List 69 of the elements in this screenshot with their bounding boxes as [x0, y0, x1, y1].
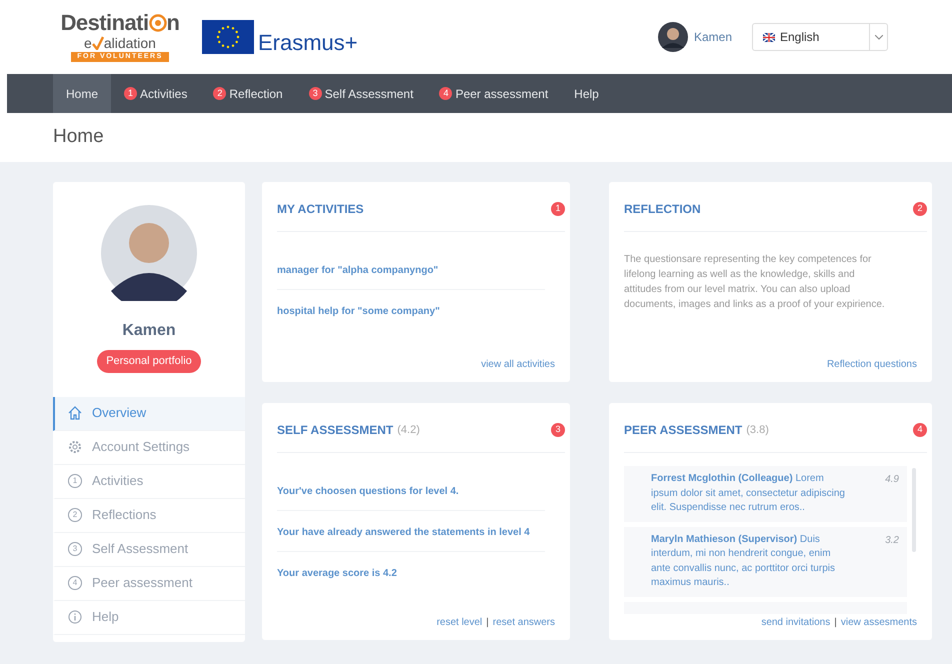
card-link[interactable]: manager for "alpha companyngo" — [277, 265, 438, 276]
card-badge: 1 — [551, 202, 565, 216]
nav-badge: 3 — [308, 87, 322, 100]
review-text: Maryln Mathieson (Supervisor) Duis interdum, mi non hendrerit congue, enim ante convallis nunc, ac porttitor orci turpis maximus mauris.. — [651, 532, 836, 590]
sidebar-item[interactable]: 1 Activities — [53, 464, 245, 498]
card-title: MY ACTIVITIES — [277, 201, 364, 218]
card-action-link[interactable]: Reflection questions — [826, 357, 917, 372]
separator: | — [486, 616, 489, 630]
user-name[interactable]: Kamen — [694, 28, 732, 46]
card-link[interactable]: Your average score is 4.2 — [277, 568, 397, 579]
language-select[interactable]: English — [752, 23, 888, 51]
card-badge: 4 — [913, 423, 927, 437]
sidebar-item[interactable]: 4 Peer assessment — [53, 566, 245, 600]
partner-logo-text: Erasmus+ — [258, 32, 358, 54]
nav-badge: 4 — [439, 87, 452, 100]
number-icon: 1 — [68, 474, 82, 488]
card-link[interactable]: Your have already answered the statements in level 4 — [277, 527, 530, 538]
card-badge: 2 — [913, 202, 927, 216]
sidebar-item[interactable]: Account Settings — [53, 430, 245, 464]
nav-tab[interactable]: 4 Peer assessment — [426, 74, 562, 113]
card-title: PEER ASSESSMENT — [624, 422, 742, 439]
nav-badge: 2 — [213, 87, 226, 100]
card-action-link[interactable]: send invitations — [761, 615, 830, 630]
profile-name: Kamen — [122, 321, 176, 341]
nav-tab[interactable]: 2 Reflection — [200, 74, 296, 113]
review-score: 3.2 — [885, 534, 899, 548]
number-icon: 3 — [68, 542, 82, 556]
card-score: (3.8) — [746, 422, 769, 438]
info-icon — [68, 610, 82, 624]
nav-tab[interactable]: Home — [53, 74, 112, 113]
nav-badge: 1 — [124, 87, 138, 100]
nav-tab[interactable]: Help — [561, 74, 612, 113]
review-text: Forrest Mcglothin (Colleague) Lorem ipsum dolor sit amet, consectetur adipiscing elit. Suspendisse nec rutrum eros.. — [651, 472, 846, 515]
logo-text: e — [84, 36, 92, 50]
home-icon — [68, 406, 82, 420]
card-score: (4.2) — [397, 422, 420, 438]
review-score: 4.9 — [885, 473, 899, 487]
sidebar-item[interactable]: Overview — [53, 396, 245, 430]
card-badge: 3 — [551, 423, 565, 437]
logo-text: Destinati — [60, 12, 149, 34]
target-icon — [148, 14, 167, 32]
logo-text: n — [166, 12, 180, 34]
sidebar-item[interactable]: 2 Reflections — [53, 498, 245, 532]
logo-text: alidation — [104, 36, 156, 50]
number-icon: 4 — [68, 576, 82, 590]
sidebar-item[interactable]: Help — [53, 600, 245, 634]
card-link[interactable]: hospital help for "some company" — [277, 306, 440, 317]
card-link[interactable]: Your've choosen questions for level 4. — [277, 486, 459, 497]
card-title: REFLECTION — [624, 201, 701, 218]
avatar-icon[interactable] — [658, 22, 688, 52]
card-action-link[interactable]: reset level — [436, 615, 482, 630]
checkmark-icon — [92, 36, 104, 50]
portfolio-button[interactable]: Personal portfolio — [97, 350, 201, 372]
card-action-link[interactable]: reset answers — [492, 615, 555, 630]
card-title: SELF ASSESSMENT — [277, 422, 394, 439]
nav-tab[interactable]: 1 Activities — [111, 74, 200, 113]
page-title: Home — [53, 125, 104, 150]
flag-icon — [202, 20, 254, 54]
caret-icon — [874, 34, 882, 40]
separator: | — [834, 616, 837, 630]
card-text: The questionsare representing the key competences for lifelong learning as well as the knowledge, skills and attitudes from our level matrix. You can also upload documents, images and links as a proof of your expirience. — [624, 253, 886, 312]
card-action-link[interactable]: view all activities — [481, 357, 555, 372]
settings-icon — [68, 440, 82, 454]
flag-icon — [763, 32, 775, 42]
sidebar-item[interactable]: 3 Self Assessment — [53, 532, 245, 566]
nav-tab[interactable]: 3 Self Assessment — [296, 74, 426, 113]
avatar-icon — [101, 205, 197, 301]
number-icon: 2 — [68, 508, 82, 522]
card-action-link[interactable]: view assesments — [840, 615, 917, 630]
